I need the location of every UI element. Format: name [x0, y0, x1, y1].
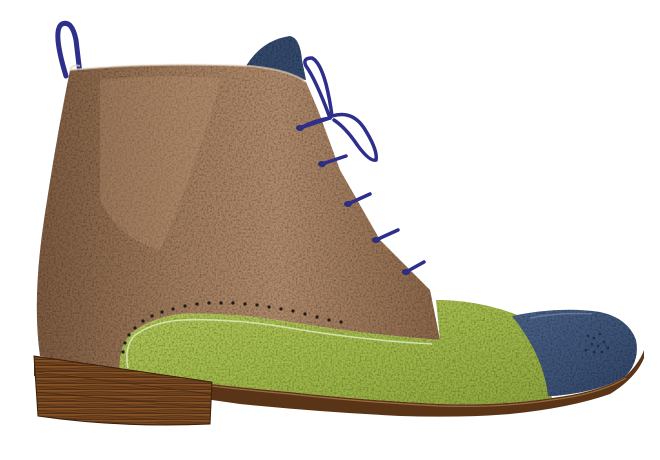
- boot-graphic: [33, 20, 644, 426]
- pull-loop: [55, 20, 83, 79]
- boot-illustration: [0, 0, 660, 460]
